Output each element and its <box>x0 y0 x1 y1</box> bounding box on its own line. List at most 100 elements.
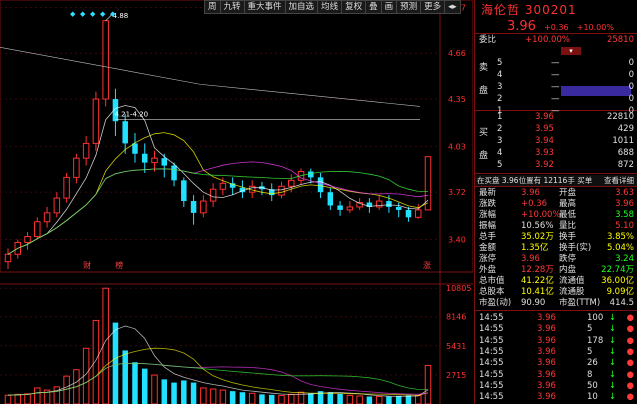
candle-body <box>161 158 168 166</box>
cell: 涨跌 <box>479 199 497 209</box>
cell: 22.74万 <box>601 265 634 275</box>
candle-body <box>34 221 41 238</box>
cell: 5 <box>587 324 593 335</box>
cell: 流通股 <box>559 287 585 297</box>
chart-toolbar: 周 九转 重大事件 加自选 均线 复权 叠 画 预测 更多 ◂▸ <box>204 0 461 14</box>
volume-bar <box>190 382 197 404</box>
toolbar-more[interactable]: 更多 <box>421 1 446 13</box>
cell: 14:55 <box>479 369 504 380</box>
tick-row: 14:55 3.96 8 ↓ ● <box>475 370 637 381</box>
volume-bar <box>14 393 22 404</box>
stat-row: 总市值 41.22亿 流通值 36.00亿 <box>475 276 637 287</box>
stat-row: 市盈(动) 90.90 市盈(TTM) 414.5 <box>475 298 637 309</box>
long-ma-line <box>0 47 421 107</box>
volume-bar <box>346 394 354 404</box>
candle-body <box>337 205 343 210</box>
volume-tick-label: 2715 <box>446 371 466 380</box>
cell: 最新 <box>479 188 497 198</box>
cell: ● <box>626 335 634 346</box>
volume-bar <box>288 393 295 404</box>
volume-bar <box>151 374 158 404</box>
candle-body <box>395 206 402 210</box>
candle-body <box>43 212 51 223</box>
cell: 开盘 <box>559 188 577 198</box>
toolbar-overlay[interactable]: 叠 <box>366 1 382 13</box>
bid-row: 5 3.92 872 <box>475 160 637 171</box>
cell: ↓ <box>608 392 616 403</box>
cell: 0 <box>628 94 634 104</box>
toolbar-events[interactable]: 重大事件 <box>245 1 286 13</box>
cell: 量比 <box>559 221 577 231</box>
cell: 3.85% <box>606 232 634 242</box>
divider <box>475 173 637 174</box>
volume-bar <box>386 396 392 404</box>
candle-body <box>346 206 354 211</box>
cell: 1 <box>497 112 503 122</box>
tick-row: 14:55 3.96 10 ↓ ● <box>475 392 637 403</box>
volume-bar <box>229 391 236 404</box>
cell: 0 <box>628 82 634 92</box>
view-detail-link[interactable]: 查看详细 <box>604 175 634 186</box>
candle-body <box>92 98 100 144</box>
cell: 10 <box>587 392 598 403</box>
cell: 10.56% <box>521 221 554 231</box>
candle-body <box>82 142 90 159</box>
last-price: 3.96 <box>507 19 536 34</box>
cell: 414.5 <box>609 298 634 308</box>
candle-body <box>405 209 412 218</box>
cell: 3.96 <box>537 392 556 403</box>
toolbar-week[interactable]: 周 <box>205 1 221 13</box>
toolbar-draw[interactable]: 画 <box>382 1 398 13</box>
candle-body <box>200 200 207 214</box>
cell: 流通值 <box>559 276 585 286</box>
candle-body <box>4 253 12 263</box>
toolbar-restore-rights[interactable]: 复权 <box>342 1 367 13</box>
divider <box>475 310 637 311</box>
toolbar-ma[interactable]: 均线 <box>318 1 343 13</box>
ask-row: 3 — 0 <box>475 82 637 93</box>
volume-bar <box>395 395 402 404</box>
candle-body <box>288 179 295 187</box>
tick-row: 14:55 3.96 5 ↓ ● <box>475 324 637 335</box>
volume-tick-label: 5431 <box>446 342 466 351</box>
candle-body <box>414 209 422 218</box>
cell: 14:55 <box>479 313 504 323</box>
volume-bar <box>375 396 383 404</box>
price-change: +0.36 <box>544 23 569 32</box>
stat-row: 涨停 3.96 跌停 3.24 <box>475 254 637 265</box>
candle-body <box>190 201 197 213</box>
ask-row: 5 — 0 <box>475 58 637 69</box>
cell: 3.96 <box>537 380 556 391</box>
volume-bar <box>122 350 128 404</box>
queue-row[interactable]: 在买盘 3.96位置有 12116手 买单 查看详细 <box>475 175 637 186</box>
cell: 178 <box>587 335 604 346</box>
volume-bar <box>181 380 187 404</box>
cell: 35.02万 <box>521 232 554 242</box>
volume-bar <box>200 387 207 404</box>
price-tick-label: 3.40 <box>448 235 466 244</box>
toolbar-forecast[interactable]: 预测 <box>397 1 422 13</box>
stat-row: 外盘 12.28万 内盘 22.74万 <box>475 265 637 276</box>
kline-chart[interactable]: 4.974.664.354.033.723.401080581465431271… <box>0 0 473 404</box>
candle-body <box>171 165 177 181</box>
toolbar-add-watchlist[interactable]: 加自选 <box>286 1 319 13</box>
toolbar-jiuzhuan[interactable]: 九转 <box>221 1 245 13</box>
volume-bar <box>278 394 285 404</box>
candle-body <box>102 20 109 100</box>
cell: 50 <box>587 380 598 391</box>
volume-bar <box>219 389 227 404</box>
cell: 36.00亿 <box>601 276 634 286</box>
cell: — <box>551 94 560 104</box>
cell: 0 <box>628 58 634 68</box>
ask-row: 4 — 0 <box>475 70 637 81</box>
volume-bar <box>209 388 217 404</box>
volume-bar <box>141 368 148 404</box>
price-tick-label: 4.35 <box>448 95 466 104</box>
collapse-icon[interactable]: ▾ <box>561 47 581 55</box>
toolbar-scroll-icon[interactable]: ◂▸ <box>445 1 460 13</box>
cell: 3.92 <box>535 160 554 170</box>
candle-body <box>209 188 217 202</box>
tick-row: 14:55 3.96 178 ↓ ● <box>475 336 637 347</box>
cell: 内盘 <box>559 265 577 275</box>
cell: — <box>551 82 560 92</box>
